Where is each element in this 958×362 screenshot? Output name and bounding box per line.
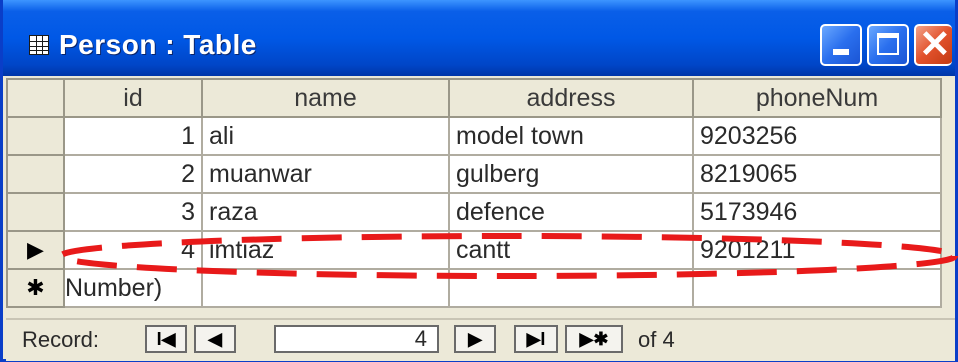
last-record-button[interactable]: ▶I [514, 325, 558, 353]
row-selector[interactable] [6, 116, 65, 156]
cell-phonenum[interactable]: 5173946 [692, 192, 942, 232]
select-all-cell[interactable] [6, 78, 65, 118]
table-row-current: ▶ 4 imtiaz cantt 9201211 [6, 230, 942, 270]
cell-name[interactable]: ali [201, 116, 450, 156]
datasheet-icon [29, 35, 49, 55]
column-header-row: id name address phoneNum [6, 78, 942, 118]
cell-address[interactable] [448, 268, 694, 308]
maximize-button[interactable] [867, 24, 909, 66]
record-count: of 4 [638, 327, 675, 352]
new-record-icon: ✱ [26, 275, 45, 300]
cell-phonenum[interactable]: 8219065 [692, 154, 942, 194]
column-header-phonenum[interactable]: phoneNum [692, 78, 942, 118]
cell-name[interactable]: muanwar [201, 154, 450, 194]
title-bar[interactable]: Person : Table ✕ [3, 0, 955, 76]
first-record-button[interactable]: I◀ [145, 325, 187, 353]
table-row: 3 raza defence 5173946 [6, 192, 942, 232]
table-row: 1 ali model town 9203256 [6, 116, 942, 156]
current-record-icon: ▶ [27, 237, 44, 262]
cell-address[interactable]: cantt [448, 230, 694, 270]
datasheet-grid: id name address phoneNum 1 ali model tow… [6, 78, 942, 308]
row-selector[interactable] [6, 154, 65, 194]
new-record-row: ✱ Number) [6, 268, 942, 308]
cell-name[interactable]: raza [201, 192, 450, 232]
cell-id[interactable]: 4 [63, 230, 203, 270]
cell-address[interactable]: defence [448, 192, 694, 232]
record-navigator: Record: I◀ ◀ 4 ▶ ▶I ▶✱ of 4 [6, 318, 955, 361]
cell-id-autonumber[interactable]: Number) [63, 268, 203, 308]
cell-id[interactable]: 1 [63, 116, 203, 156]
table-window: Person : Table ✕ id name address phoneNu… [0, 0, 958, 362]
column-header-name[interactable]: name [201, 78, 450, 118]
new-row-selector[interactable]: ✱ [6, 268, 65, 308]
close-icon: ✕ [919, 24, 951, 66]
current-row-selector[interactable]: ▶ [6, 230, 65, 270]
close-button[interactable]: ✕ [914, 24, 952, 66]
cell-phonenum[interactable]: 9201211 [692, 230, 942, 270]
cell-address[interactable]: gulberg [448, 154, 694, 194]
cell-address[interactable]: model town [448, 116, 694, 156]
last-record-icon: ▶I [526, 329, 546, 349]
cell-phonenum[interactable] [692, 268, 942, 308]
column-header-id[interactable]: id [63, 78, 203, 118]
cell-phonenum[interactable]: 9203256 [692, 116, 942, 156]
table-row: 2 muanwar gulberg 8219065 [6, 154, 942, 194]
previous-record-button[interactable]: ◀ [194, 325, 236, 353]
minimize-button[interactable] [820, 24, 862, 66]
maximize-icon [877, 33, 899, 55]
next-record-icon: ▶ [468, 329, 482, 349]
column-header-address[interactable]: address [448, 78, 694, 118]
next-record-button[interactable]: ▶ [454, 325, 496, 353]
minimize-icon [833, 49, 849, 55]
cell-name[interactable] [201, 268, 450, 308]
cell-name[interactable]: imtiaz [201, 230, 450, 270]
first-record-icon: I◀ [156, 329, 176, 349]
new-record-button[interactable]: ▶✱ [565, 325, 623, 353]
record-number-input[interactable]: 4 [274, 325, 439, 353]
cell-id[interactable]: 3 [63, 192, 203, 232]
window-title: Person : Table [59, 29, 257, 60]
cell-id[interactable]: 2 [63, 154, 203, 194]
new-record-nav-icon: ▶✱ [579, 329, 609, 349]
record-label: Record: [22, 327, 100, 352]
previous-record-icon: ◀ [208, 329, 222, 349]
row-selector[interactable] [6, 192, 65, 232]
